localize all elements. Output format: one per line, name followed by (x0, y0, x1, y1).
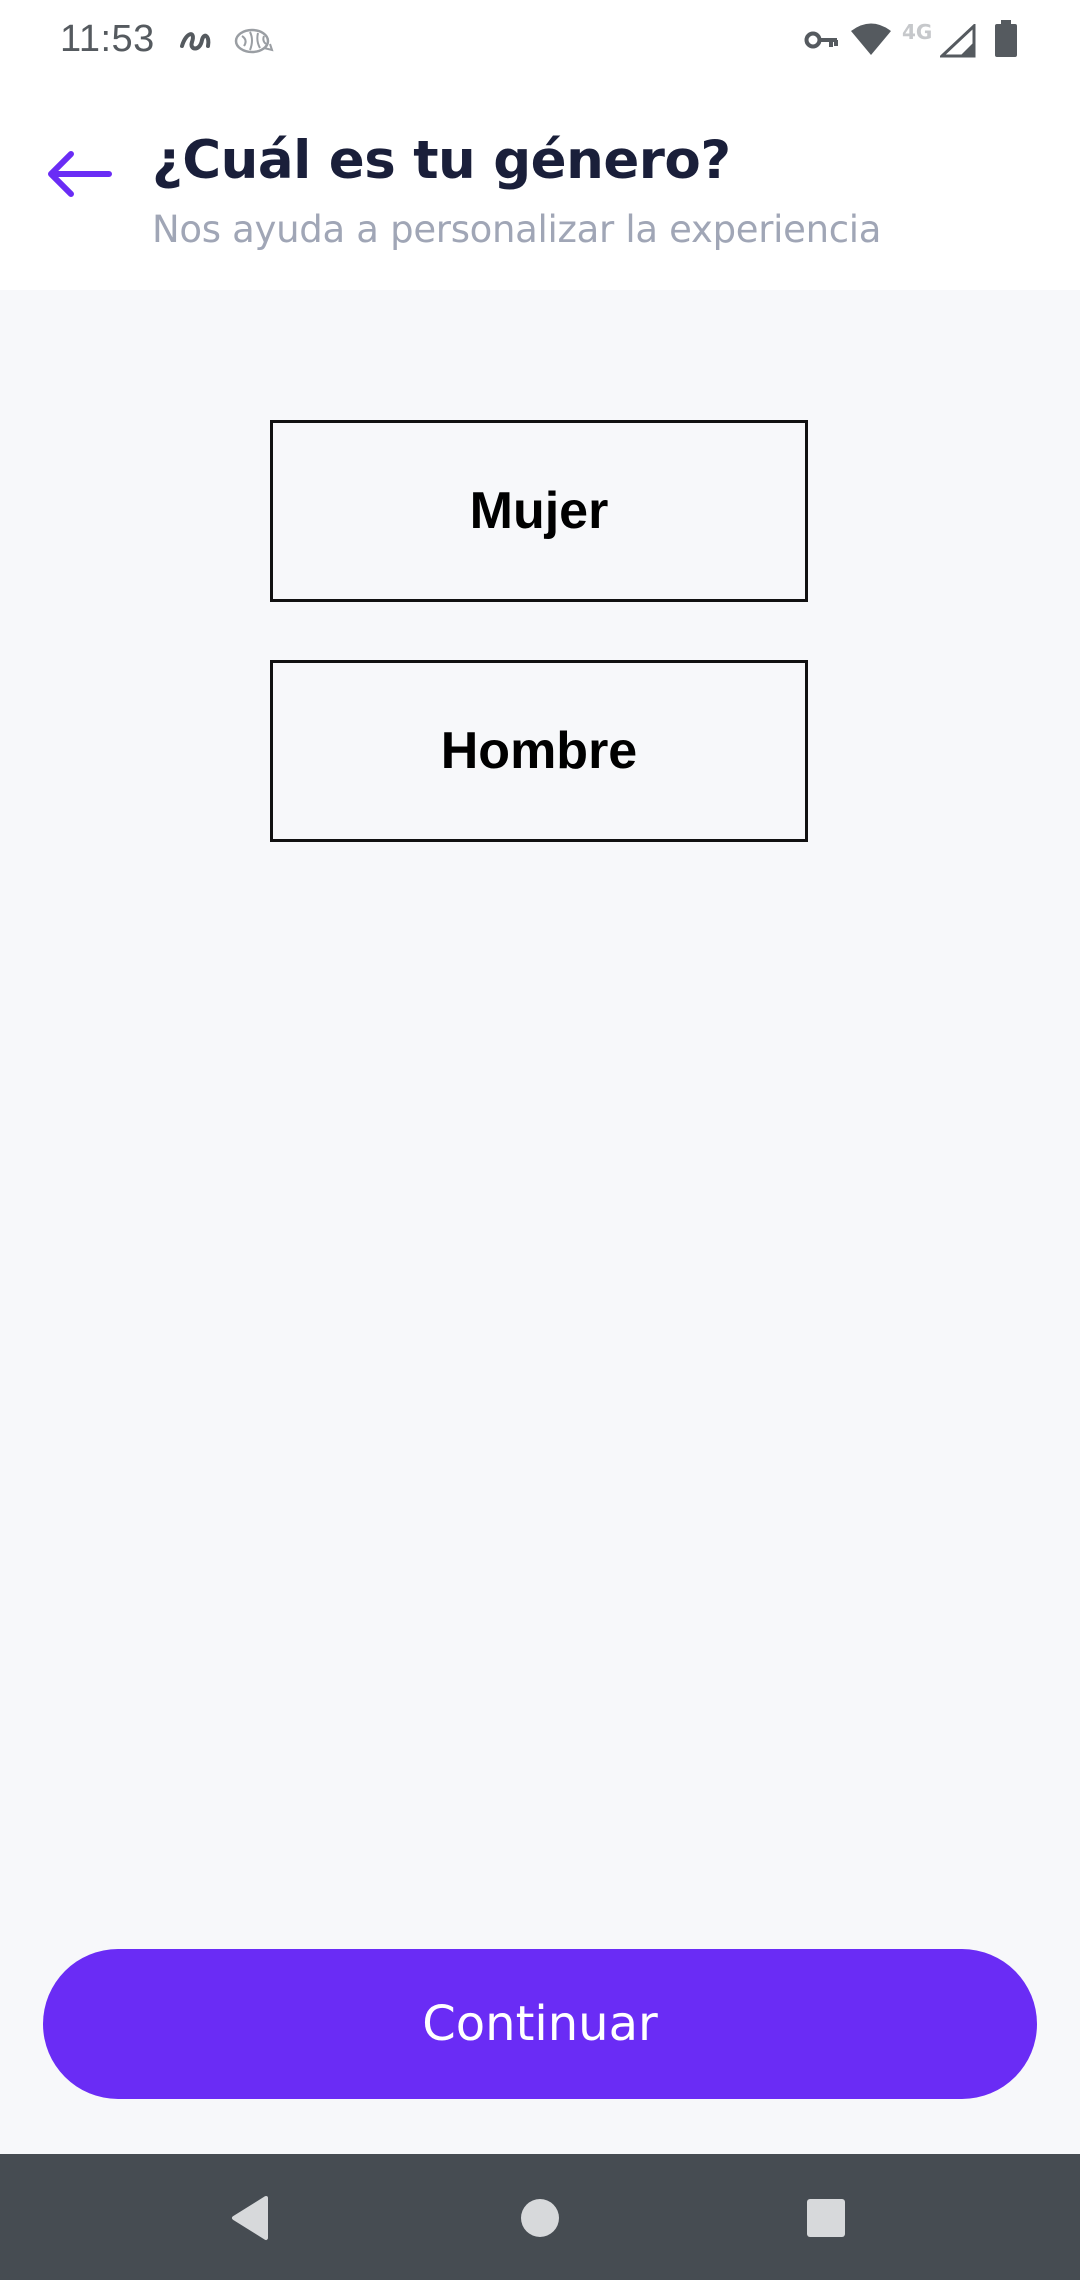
navigation-bar (0, 2154, 1080, 2280)
page-title: ¿Cuál es tu género? (152, 130, 731, 191)
cell-signal-icon (938, 22, 976, 63)
header: ¿Cuál es tu género? Nos ayuda a personal… (0, 84, 1080, 290)
nav-home-button[interactable] (500, 2180, 580, 2260)
recents-square-icon (804, 2196, 848, 2245)
battery-icon (994, 20, 1018, 63)
screen: 11:53 4G ¿Cuál es tu género? Nos ayuda a… (0, 0, 1080, 2280)
network-type-label: 4G (902, 20, 933, 44)
back-button[interactable] (28, 136, 128, 216)
option-hombre-button[interactable]: Hombre (270, 660, 808, 842)
status-time: 11:53 (60, 18, 155, 60)
status-bar: 11:53 4G (0, 0, 1080, 84)
back-triangle-icon (228, 2194, 272, 2247)
wifi-icon (850, 22, 892, 61)
arrow-left-icon (43, 149, 113, 204)
continue-button[interactable]: Continuar (43, 1949, 1037, 2099)
nav-back-button[interactable] (210, 2180, 290, 2260)
option-mujer-button[interactable]: Mujer (270, 420, 808, 602)
swirl-app-icon (178, 24, 214, 63)
brain-app-icon (234, 26, 274, 61)
home-circle-icon (518, 2196, 562, 2245)
page-subtitle: Nos ayuda a personalizar la experiencia (152, 208, 882, 251)
nav-recents-button[interactable] (786, 2180, 866, 2260)
vpn-key-icon (804, 28, 840, 57)
